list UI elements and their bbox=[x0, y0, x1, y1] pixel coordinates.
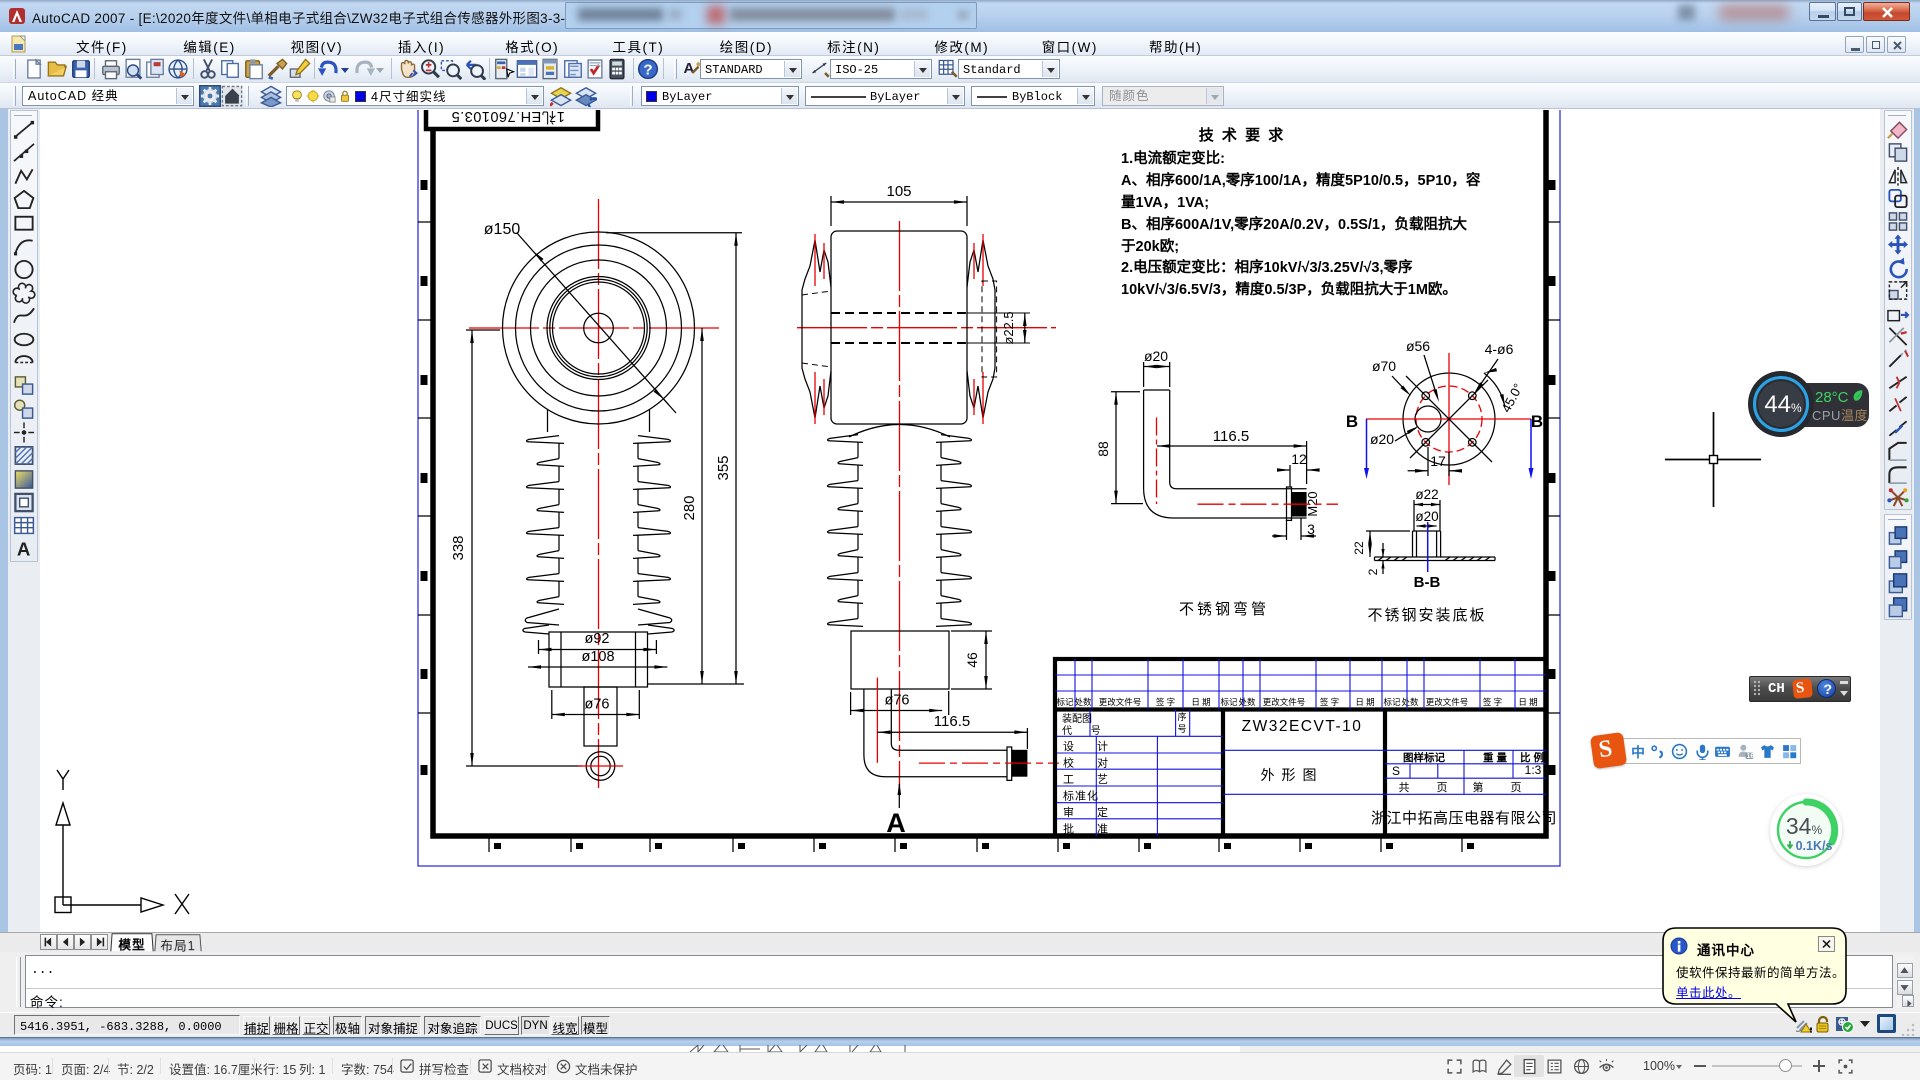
svg-text:更改文件号: 更改文件号 bbox=[1263, 697, 1306, 707]
svg-text:B: B bbox=[1346, 412, 1358, 431]
svg-text:ø76: ø76 bbox=[585, 697, 610, 713]
svg-text:355: 355 bbox=[715, 455, 732, 480]
svg-text:签 字: 签 字 bbox=[1320, 697, 1339, 707]
svg-text:ø150: ø150 bbox=[484, 221, 521, 238]
svg-text:ø20: ø20 bbox=[1415, 509, 1438, 524]
svg-text:标记: 标记 bbox=[1220, 697, 1238, 707]
svg-text:338: 338 bbox=[450, 535, 467, 560]
svg-text:处数: 处数 bbox=[1238, 697, 1256, 707]
svg-text:A: A bbox=[886, 808, 906, 838]
svg-text:装配图: 装配图 bbox=[1062, 712, 1092, 725]
svg-text:签 字: 签 字 bbox=[1156, 697, 1175, 707]
svg-text:S: S bbox=[1392, 764, 1400, 778]
svg-text:序: 序 bbox=[1177, 711, 1186, 722]
svg-text:ø92: ø92 bbox=[585, 631, 610, 647]
svg-text:第: 第 bbox=[1473, 780, 1484, 794]
svg-text:标记: 标记 bbox=[1056, 697, 1074, 707]
svg-text:中: 中 bbox=[1631, 744, 1645, 760]
svg-text:ø20: ø20 bbox=[1144, 348, 1168, 364]
svg-text:更改文件号: 更改文件号 bbox=[1099, 697, 1142, 707]
svg-text:号: 号 bbox=[1177, 724, 1186, 734]
svg-text:共: 共 bbox=[1399, 781, 1410, 794]
svg-text:1:3: 1:3 bbox=[1525, 763, 1542, 777]
svg-text:2: 2 bbox=[1366, 568, 1380, 575]
svg-text:日 期: 日 期 bbox=[1518, 697, 1537, 707]
svg-text:标记: 标记 bbox=[1383, 697, 1401, 707]
svg-text:3: 3 bbox=[1307, 521, 1315, 537]
svg-text:处数: 处数 bbox=[1401, 697, 1419, 707]
svg-text:116.5: 116.5 bbox=[934, 713, 970, 730]
svg-text:?: ? bbox=[643, 62, 652, 79]
svg-text:4-ø6: 4-ø6 bbox=[1485, 341, 1514, 357]
svg-text:10kV/√3/6.5V/3，精度0.5/3P，负载阻抗大于: 10kV/√3/6.5V/3，精度0.5/3P，负载阻抗大于1M欧。 bbox=[1121, 280, 1457, 298]
svg-text:A、相序600/1A,零序100/1A，精度5P10/0.5: A、相序600/1A,零序100/1A，精度5P10/0.5，5P10，容 bbox=[1121, 171, 1481, 189]
svg-text:ø20: ø20 bbox=[1370, 431, 1394, 447]
svg-text:ZW32ECVT-10: ZW32ECVT-10 bbox=[1242, 718, 1363, 735]
svg-text:校 对: 校 对 bbox=[1063, 756, 1118, 770]
svg-text:外形图: 外形图 bbox=[1261, 767, 1324, 783]
svg-text:ø108: ø108 bbox=[581, 649, 614, 665]
svg-text:量1VA，1VA;: 量1VA，1VA; bbox=[1121, 194, 1209, 211]
svg-text:签 字: 签 字 bbox=[1483, 697, 1502, 707]
svg-text:105: 105 bbox=[886, 183, 911, 200]
svg-text:设 计: 设 计 bbox=[1063, 740, 1118, 753]
svg-text:代 号: 代 号 bbox=[1062, 725, 1109, 737]
svg-text:ø22: ø22 bbox=[1415, 487, 1438, 502]
svg-text:日 期: 日 期 bbox=[1191, 697, 1210, 707]
svg-text:重 量: 重 量 bbox=[1483, 751, 1507, 764]
svg-text:16: 16 bbox=[1747, 753, 1754, 760]
svg-text:2.电压额定变比：相序10kV/√3/3.25V/√3,零序: 2.电压额定变比：相序10kV/√3/3.25V/√3,零序 bbox=[1121, 258, 1413, 276]
svg-text:B、相序600A/1V,零序20A/0.2V，0.5S/1，: B、相序600A/1V,零序20A/0.2V，0.5S/1，负载阻抗大 bbox=[1121, 215, 1467, 233]
svg-text:不锈钢弯管: 不锈钢弯管 bbox=[1179, 601, 1269, 618]
svg-text:22: 22 bbox=[1352, 541, 1366, 555]
svg-text:17: 17 bbox=[1430, 453, 1446, 469]
svg-text:ø70: ø70 bbox=[1372, 358, 1396, 374]
svg-text:更改文件号: 更改文件号 bbox=[1426, 697, 1469, 707]
svg-text:图样标记: 图样标记 bbox=[1403, 751, 1445, 764]
svg-text:工 艺: 工 艺 bbox=[1063, 773, 1118, 786]
svg-text:1.电流额定变比:: 1.电流额定变比: bbox=[1121, 149, 1225, 167]
svg-text:页: 页 bbox=[1437, 782, 1448, 794]
svg-text:日 期: 日 期 bbox=[1355, 697, 1374, 707]
svg-text:批 准: 批 准 bbox=[1063, 822, 1118, 836]
svg-text:技 术 要 求: 技 术 要 求 bbox=[1199, 126, 1286, 144]
svg-text:处数: 处数 bbox=[1074, 697, 1092, 707]
svg-text:280: 280 bbox=[681, 495, 698, 520]
svg-text:88: 88 bbox=[1095, 441, 1111, 457]
svg-text:标准化: 标准化 bbox=[1063, 789, 1099, 803]
svg-text:46: 46 bbox=[964, 652, 980, 668]
svg-text:A: A bbox=[684, 60, 695, 77]
svg-text:ø76: ø76 bbox=[885, 693, 910, 709]
svg-text:于20k欧;: 于20k欧; bbox=[1121, 237, 1179, 255]
svg-text:1礼EH.760103.5: 1礼EH.760103.5 bbox=[451, 110, 565, 125]
svg-text:ø22.5: ø22.5 bbox=[1001, 311, 1016, 344]
svg-text:0.1K/s: 0.1K/s bbox=[1796, 839, 1833, 853]
svg-text:浙江中拓高压电器有限公司: 浙江中拓高压电器有限公司 bbox=[1371, 810, 1557, 827]
svg-text:页: 页 bbox=[1511, 782, 1522, 794]
svg-text:A: A bbox=[17, 539, 30, 560]
svg-text:审 定: 审 定 bbox=[1063, 805, 1118, 819]
svg-text:B: B bbox=[1531, 412, 1543, 431]
svg-text:ø56: ø56 bbox=[1406, 338, 1430, 354]
svg-text:不锈钢安装底板: 不锈钢安装底板 bbox=[1367, 606, 1486, 624]
svg-text:B-B: B-B bbox=[1414, 574, 1441, 591]
svg-text:12: 12 bbox=[1291, 451, 1307, 467]
svg-text:116.5: 116.5 bbox=[1213, 428, 1249, 445]
